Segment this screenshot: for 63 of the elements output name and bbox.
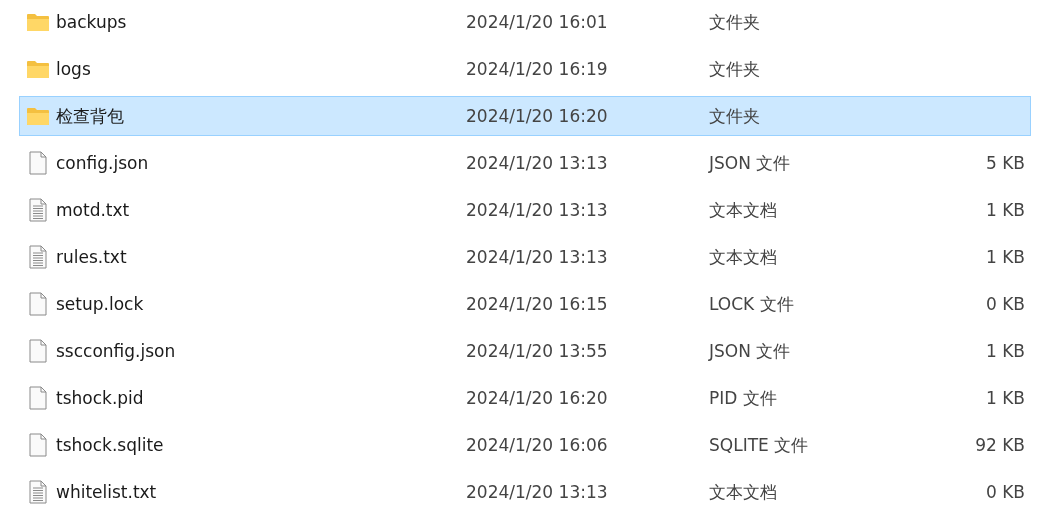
modified-date: 2024/1/20 13:13	[466, 247, 609, 267]
file-name: 检查背包	[56, 104, 125, 128]
file-row[interactable]: 检查背包 2024/1/20 16:20 文件夹	[19, 96, 1031, 136]
modified-date: 2024/1/20 16:01	[466, 12, 609, 32]
file-size: 5 KB	[985, 153, 1025, 173]
file-name: whitelist.txt	[56, 482, 158, 502]
file-size: 1 KB	[985, 388, 1025, 408]
file-icon	[29, 292, 47, 316]
file-type: SQLITE 文件	[709, 433, 810, 457]
file-icon	[29, 339, 47, 363]
file-row[interactable]: setup.lock 2024/1/20 16:15 LOCK 文件 0 KB	[19, 284, 1031, 324]
modified-date: 2024/1/20 13:13	[466, 482, 609, 502]
file-row[interactable]: tshock.pid 2024/1/20 16:20 PID 文件 1 KB	[19, 378, 1031, 418]
file-row[interactable]: motd.txt 2024/1/20 13:13 文本文档 1 KB	[19, 190, 1031, 230]
file-icon	[29, 151, 47, 175]
file-type: 文本文档	[709, 198, 778, 222]
folder-icon	[26, 106, 50, 126]
file-name: rules.txt	[56, 247, 128, 267]
file-type: 文件夹	[709, 10, 761, 34]
file-row[interactable]: whitelist.txt 2024/1/20 13:13 文本文档 0 KB	[19, 472, 1031, 512]
modified-date: 2024/1/20 13:13	[466, 200, 609, 220]
file-row[interactable]: config.json 2024/1/20 13:13 JSON 文件 5 KB	[19, 143, 1031, 183]
modified-date: 2024/1/20 13:13	[466, 153, 609, 173]
file-row[interactable]: tshock.sqlite 2024/1/20 16:06 SQLITE 文件 92 KB	[19, 425, 1031, 465]
file-type: PID 文件	[709, 386, 778, 410]
modified-date: 2024/1/20 16:19	[466, 59, 609, 79]
file-type: JSON 文件	[709, 151, 792, 175]
file-name: logs	[56, 59, 92, 79]
file-row[interactable]: backups 2024/1/20 16:01 文件夹	[19, 2, 1031, 42]
folder-icon	[26, 12, 50, 32]
file-name: config.json	[56, 153, 150, 173]
text-file-icon	[29, 198, 47, 222]
file-row[interactable]: rules.txt 2024/1/20 13:13 文本文档 1 KB	[19, 237, 1031, 277]
file-name: motd.txt	[56, 200, 131, 220]
file-type: 文本文档	[709, 245, 778, 269]
text-file-icon	[29, 480, 47, 504]
modified-date: 2024/1/20 16:20	[466, 388, 609, 408]
file-size: 0 KB	[985, 294, 1025, 314]
folder-icon	[26, 59, 50, 79]
file-type: JSON 文件	[709, 339, 792, 363]
file-row[interactable]: sscconfig.json 2024/1/20 13:55 JSON 文件 1 KB	[19, 331, 1031, 371]
file-size: 0 KB	[985, 482, 1025, 502]
file-name: setup.lock	[56, 294, 145, 314]
file-name: sscconfig.json	[56, 341, 177, 361]
text-file-icon	[29, 245, 47, 269]
file-size: 92 KB	[975, 435, 1025, 455]
file-type: 文件夹	[709, 104, 761, 128]
modified-date: 2024/1/20 16:20	[466, 106, 609, 126]
modified-date: 2024/1/20 16:15	[466, 294, 609, 314]
file-name: backups	[56, 12, 128, 32]
file-icon	[29, 433, 47, 457]
modified-date: 2024/1/20 16:06	[466, 435, 609, 455]
modified-date: 2024/1/20 13:55	[466, 341, 609, 361]
file-name: tshock.sqlite	[56, 435, 165, 455]
file-row[interactable]: logs 2024/1/20 16:19 文件夹	[19, 49, 1031, 89]
file-type: LOCK 文件	[709, 292, 795, 316]
file-icon	[29, 386, 47, 410]
file-type: 文本文档	[709, 480, 778, 504]
file-size: 1 KB	[985, 247, 1025, 267]
file-size: 1 KB	[985, 200, 1025, 220]
file-size: 1 KB	[985, 341, 1025, 361]
file-type: 文件夹	[709, 57, 761, 81]
file-name: tshock.pid	[56, 388, 145, 408]
